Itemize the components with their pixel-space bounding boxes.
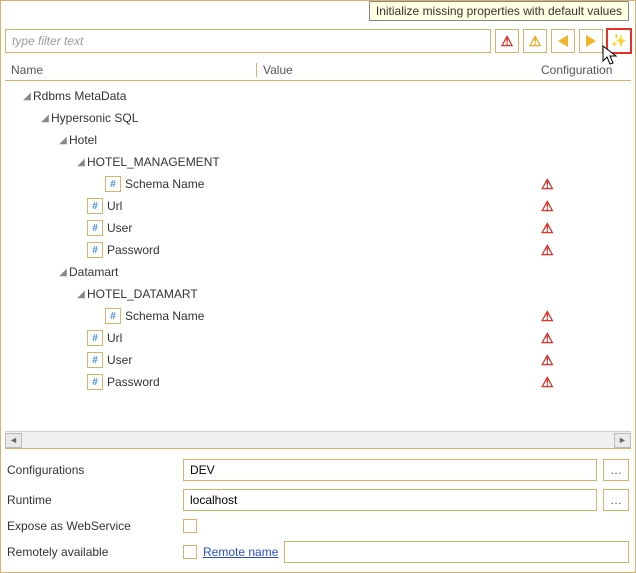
config-cell	[537, 352, 631, 369]
tree-row[interactable]: # Url	[5, 327, 631, 349]
tree-row[interactable]: ◢Rdbms MetaData	[5, 85, 631, 107]
remote-name-input[interactable]	[284, 541, 629, 563]
horizontal-scrollbar[interactable]: ◄ ►	[5, 431, 631, 448]
scroll-right-button[interactable]: ►	[614, 433, 631, 448]
warning-red-icon	[541, 176, 554, 193]
tree-row[interactable]: ◢Hotel	[5, 129, 631, 151]
nav-forward-button[interactable]	[579, 29, 603, 53]
warning-red-icon	[541, 308, 554, 325]
header-name[interactable]: Name	[5, 63, 257, 77]
tree-label: Schema Name	[125, 177, 204, 191]
warning-red-icon	[501, 33, 514, 50]
arrow-right-icon	[586, 35, 596, 47]
runtime-label: Runtime	[7, 493, 177, 507]
tree-label: Url	[107, 331, 122, 345]
runtime-browse-button[interactable]: …	[603, 489, 629, 511]
tree-label: Datamart	[69, 265, 118, 279]
tree-row[interactable]: ◢Datamart	[5, 261, 631, 283]
warning-red-icon	[541, 352, 554, 369]
chevron-down-icon[interactable]: ◢	[75, 289, 87, 300]
config-cell	[537, 374, 631, 391]
expose-label: Expose as WebService	[7, 519, 177, 533]
tree-label: Password	[107, 375, 160, 389]
table-header: Name Value Configuration	[5, 59, 631, 81]
tree-label: Password	[107, 243, 160, 257]
chevron-down-icon[interactable]: ◢	[21, 91, 33, 102]
warning-red-icon	[541, 330, 554, 347]
properties-table: Name Value Configuration ◢Rdbms MetaData…	[5, 59, 631, 449]
remote-available-checkbox[interactable]	[183, 545, 197, 559]
tooltip-init-defaults: Initialize missing properties with defau…	[369, 1, 629, 21]
tree-row[interactable]: # Password	[5, 239, 631, 261]
configurations-input[interactable]	[183, 459, 597, 481]
warning-red-icon	[541, 374, 554, 391]
property-icon: #	[105, 308, 121, 324]
config-cell	[537, 176, 631, 193]
tree-label: HOTEL_DATAMART	[87, 287, 198, 301]
expose-checkbox[interactable]	[183, 519, 197, 533]
remote-name-link[interactable]: Remote name	[203, 545, 278, 559]
warning-red-icon	[541, 242, 554, 259]
error-filter-button[interactable]	[495, 29, 519, 53]
header-config[interactable]: Configuration	[537, 63, 631, 77]
tree-label: HOTEL_MANAGEMENT	[87, 155, 220, 169]
tree-label: User	[107, 221, 132, 235]
chevron-down-icon[interactable]: ◢	[57, 135, 69, 146]
tree-label: Rdbms MetaData	[33, 89, 126, 103]
configurations-label: Configurations	[7, 463, 177, 477]
config-cell	[537, 308, 631, 325]
tree-row[interactable]: # Schema Name	[5, 305, 631, 327]
header-value[interactable]: Value	[257, 63, 537, 77]
property-icon: #	[87, 220, 103, 236]
scroll-left-button[interactable]: ◄	[5, 433, 22, 448]
warning-yellow-icon	[529, 33, 542, 50]
tree-label: Schema Name	[125, 309, 204, 323]
nav-back-button[interactable]	[551, 29, 575, 53]
tree-row[interactable]: # Url	[5, 195, 631, 217]
property-icon: #	[87, 352, 103, 368]
tree-row[interactable]: ◢HOTEL_MANAGEMENT	[5, 151, 631, 173]
property-icon: #	[105, 176, 121, 192]
config-cell	[537, 220, 631, 237]
chevron-down-icon[interactable]: ◢	[39, 113, 51, 124]
property-icon: #	[87, 330, 103, 346]
warning-filter-button[interactable]	[523, 29, 547, 53]
tree-row[interactable]: # Schema Name	[5, 173, 631, 195]
tree-row[interactable]: # User	[5, 349, 631, 371]
configurations-browse-button[interactable]: …	[603, 459, 629, 481]
filter-input[interactable]	[5, 29, 491, 53]
warning-red-icon	[541, 220, 554, 237]
warning-red-icon	[541, 198, 554, 215]
tree-label: User	[107, 353, 132, 367]
chevron-down-icon[interactable]: ◢	[75, 157, 87, 168]
chevron-down-icon[interactable]: ◢	[57, 267, 69, 278]
property-icon: #	[87, 242, 103, 258]
tree-body: ◢Rdbms MetaData◢Hypersonic SQL◢Hotel◢HOT…	[5, 81, 631, 431]
tree-row[interactable]: # User	[5, 217, 631, 239]
tree-row[interactable]: ◢Hypersonic SQL	[5, 107, 631, 129]
arrow-left-icon	[558, 35, 568, 47]
config-cell	[537, 330, 631, 347]
config-cell	[537, 198, 631, 215]
form-area: Configurations … Runtime … Expose as Web…	[5, 459, 631, 563]
wand-icon: ✨	[611, 33, 627, 49]
tree-row[interactable]: ◢HOTEL_DATAMART	[5, 283, 631, 305]
tree-label: Hypersonic SQL	[51, 111, 138, 125]
config-cell	[537, 242, 631, 259]
tree-label: Hotel	[69, 133, 97, 147]
tree-label: Url	[107, 199, 122, 213]
tree-row[interactable]: # Password	[5, 371, 631, 393]
property-icon: #	[87, 198, 103, 214]
init-defaults-button[interactable]: ✨	[607, 29, 631, 53]
toolbar: ✨	[5, 29, 631, 53]
property-icon: #	[87, 374, 103, 390]
remote-available-label: Remotely available	[7, 545, 177, 559]
runtime-input[interactable]	[183, 489, 597, 511]
